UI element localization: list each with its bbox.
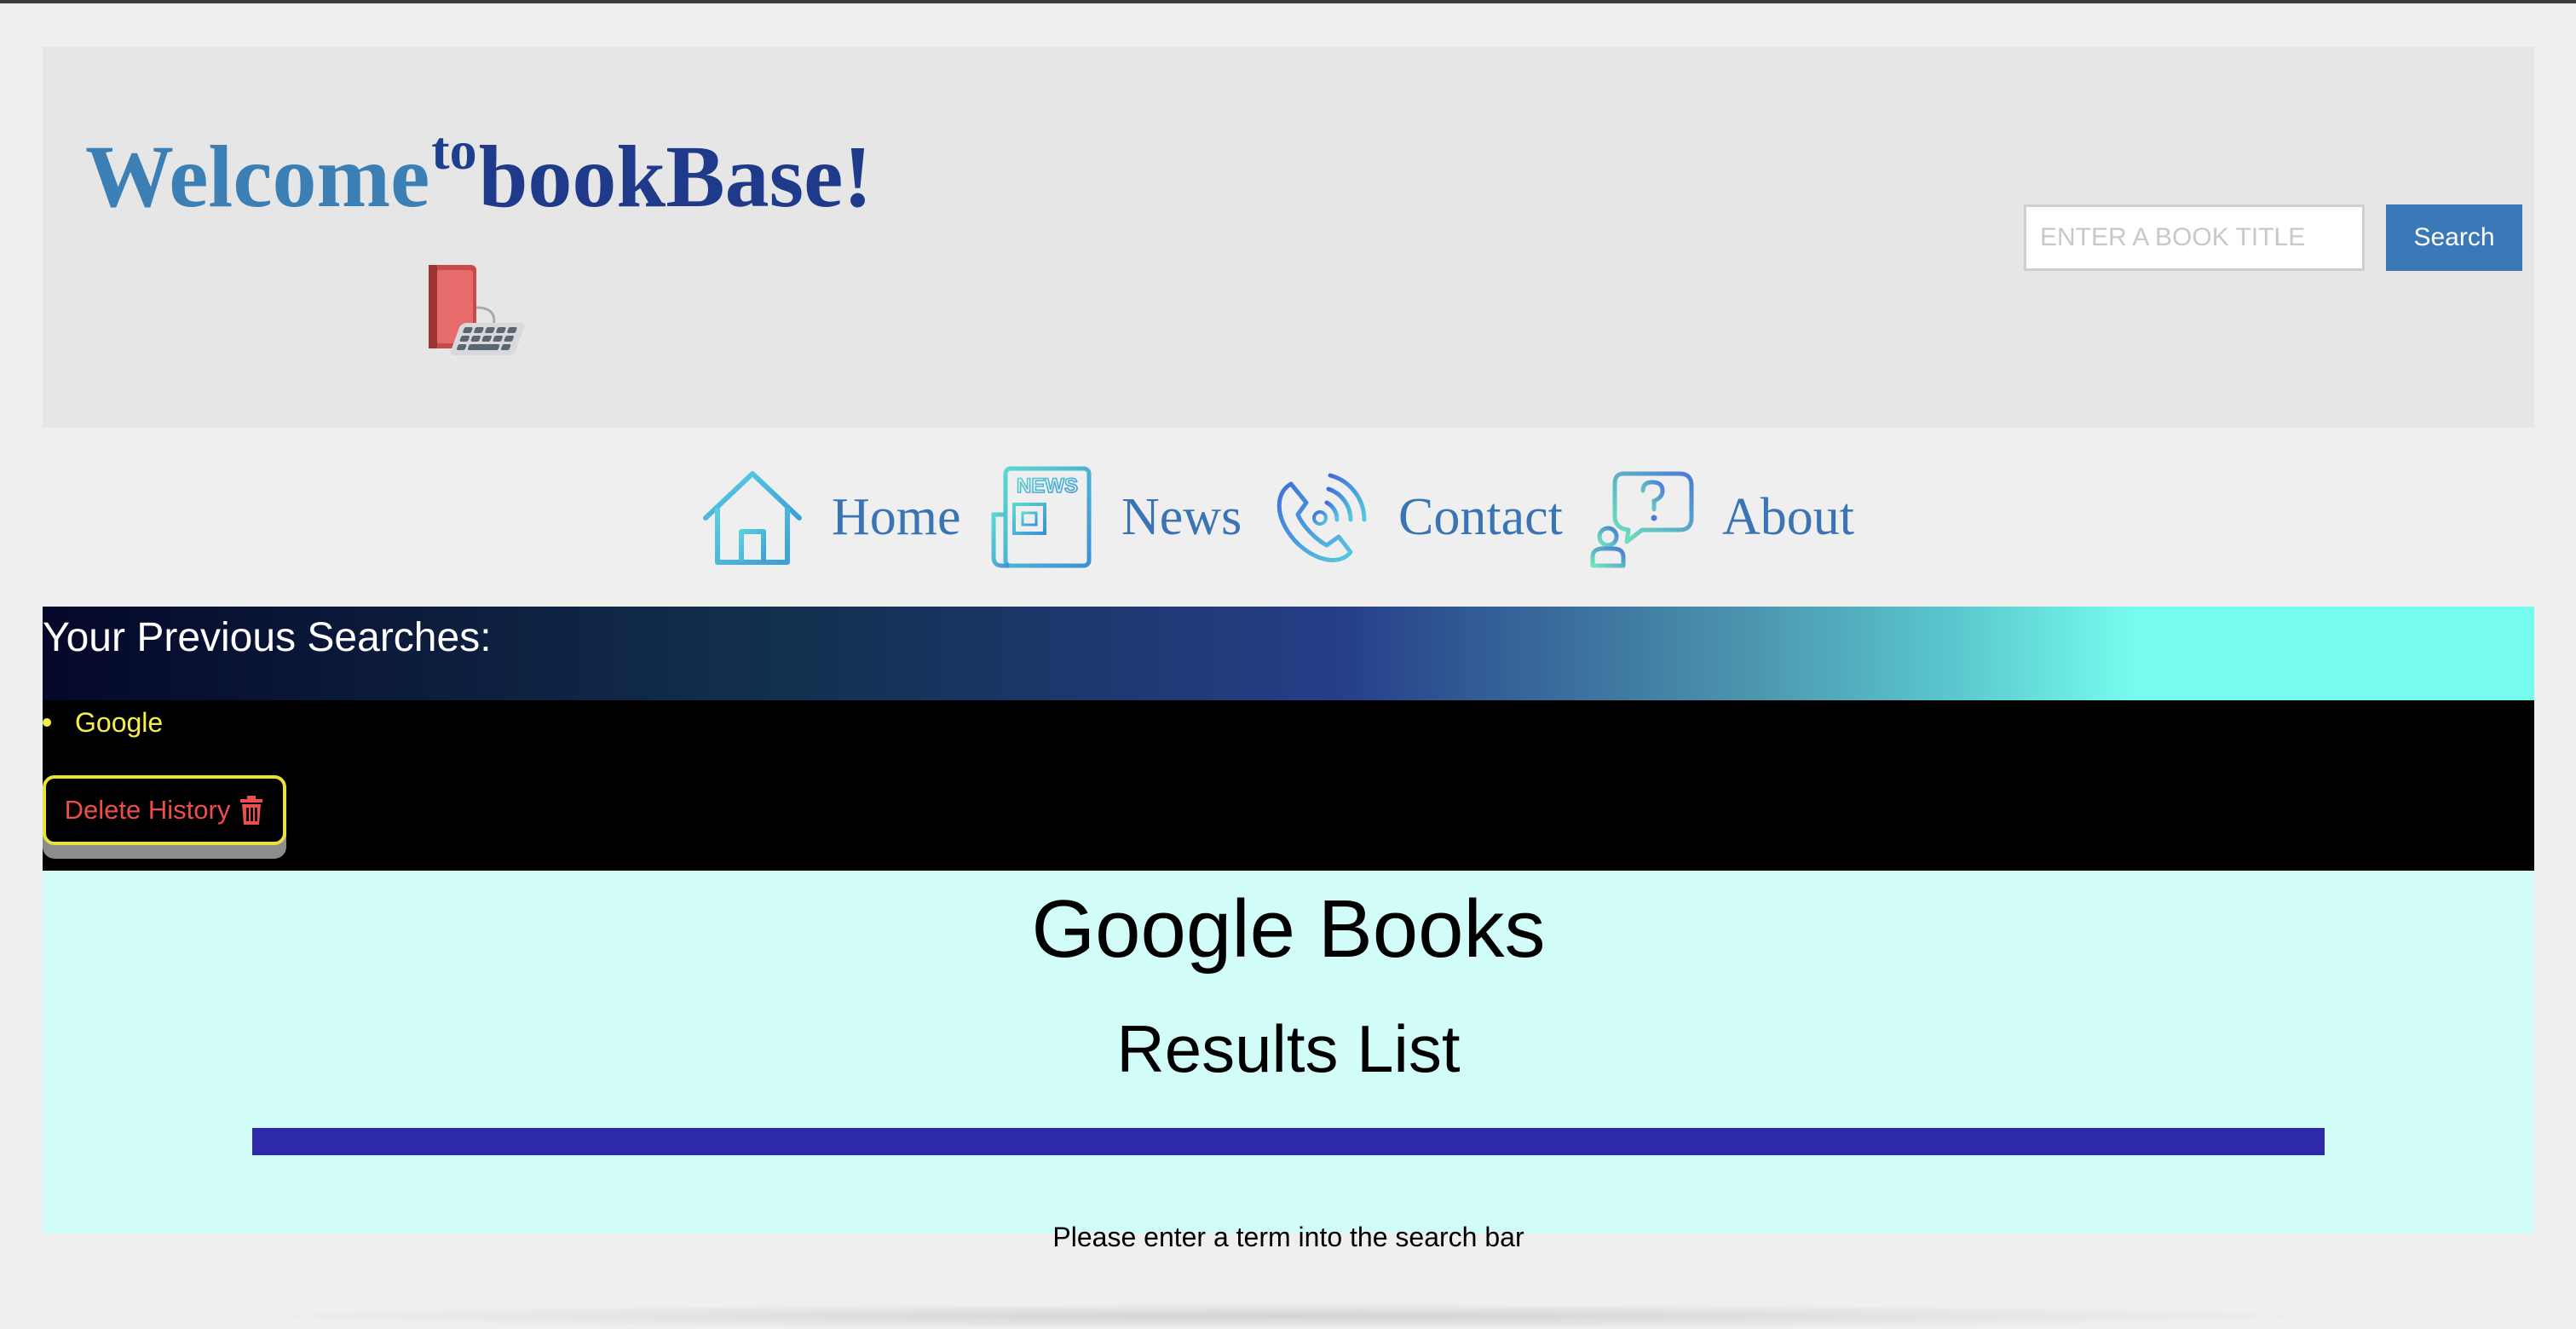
newspaper-icon: NEWS: [991, 466, 1092, 568]
nav-contact-label: Contact: [1398, 487, 1563, 546]
results-empty-message: Please enter a term into the search bar: [1052, 1222, 1524, 1252]
nav-about-label: About: [1722, 487, 1854, 546]
main-nav: Home NEWS News Contact About: [43, 428, 2534, 607]
previous-searches-header: Your Previous Searches:: [43, 607, 2534, 700]
nav-contact[interactable]: Contact: [1265, 428, 1563, 607]
nav-home-label: Home: [832, 487, 961, 546]
book-computer-icon: [429, 265, 525, 355]
previous-search-item[interactable]: Google: [43, 705, 163, 739]
delete-history-button[interactable]: Delete History: [43, 775, 286, 845]
title-to: to: [431, 120, 477, 181]
previous-searches-title: Your Previous Searches:: [43, 615, 492, 660]
google-books-title: Google Books: [1031, 883, 1546, 975]
results-section: Google Books Results List Please enter a…: [43, 871, 2534, 1252]
phone-icon: [1276, 473, 1367, 562]
site-title: WelcometobookBase!: [85, 124, 873, 222]
window-top-border: [0, 0, 2576, 3]
previous-search-label: Google: [75, 707, 164, 738]
nav-about[interactable]: About: [1589, 428, 1854, 607]
title-welcome: Welcome: [85, 128, 430, 226]
title-bookbase: bookBase!: [478, 128, 873, 226]
results-divider-bar: [252, 1128, 2325, 1155]
previous-searches-body: Google Delete History: [43, 700, 2534, 871]
bullet: [43, 718, 51, 728]
page: WelcometobookBase! Search: [43, 47, 2534, 1252]
trash-icon: [240, 796, 263, 825]
house-icon: [703, 471, 802, 565]
previous-searches-list: Google: [43, 705, 163, 739]
svg-text:NEWS: NEWS: [1017, 475, 1078, 498]
question-chat-icon: [1590, 471, 1694, 568]
site-header: WelcometobookBase! Search: [43, 47, 2534, 428]
search-input[interactable]: [2024, 204, 2365, 271]
previous-searches-section: Your Previous Searches: Google Delete Hi…: [43, 607, 2534, 871]
page-shadow: [213, 1303, 2360, 1329]
nav-news-label: News: [1121, 487, 1242, 546]
search-button[interactable]: Search: [2386, 204, 2522, 271]
nav-home[interactable]: Home: [699, 428, 961, 607]
delete-history-label: Delete History: [64, 795, 231, 825]
results-list-title: Results List: [1116, 1011, 1461, 1086]
nav-news[interactable]: NEWS News: [988, 428, 1242, 607]
